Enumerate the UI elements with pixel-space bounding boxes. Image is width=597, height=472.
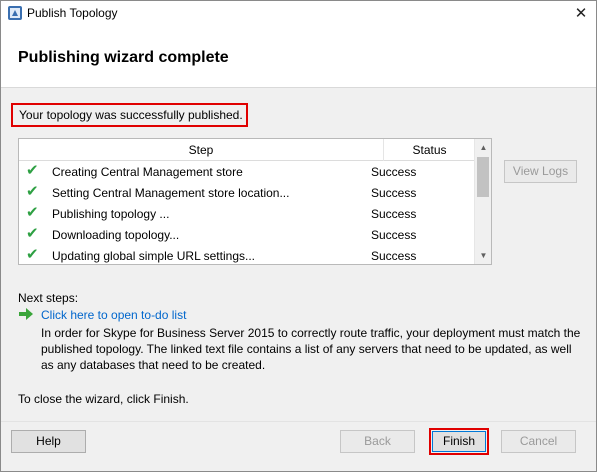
page-title: Publishing wizard complete: [18, 49, 229, 66]
status-cell: Success: [371, 207, 417, 221]
scroll-down-arrow-icon[interactable]: ▼: [475, 247, 492, 264]
step-cell: Creating Central Management store: [52, 165, 243, 179]
table-row[interactable]: ✔ Publishing topology ... Success: [19, 204, 474, 225]
help-button[interactable]: Help: [11, 430, 86, 453]
close-icon[interactable]: ✕: [566, 1, 596, 27]
green-check-icon: ✔: [26, 183, 39, 200]
next-steps-description: In order for Skype for Business Server 2…: [41, 326, 581, 372]
green-check-icon: ✔: [26, 225, 39, 242]
table-row[interactable]: ✔ Setting Central Management store locat…: [19, 183, 474, 204]
scroll-thumb[interactable]: [477, 157, 489, 197]
green-check-icon: ✔: [26, 162, 39, 179]
step-cell: Downloading topology...: [52, 228, 180, 242]
view-logs-button[interactable]: View Logs: [504, 160, 577, 183]
step-cell: Publishing topology ...: [52, 207, 170, 221]
finish-button[interactable]: Finish: [432, 431, 486, 452]
footer-divider: [1, 421, 596, 422]
steps-table: Step Status ✔ Creating Central Managemen…: [18, 138, 492, 265]
status-cell: Success: [371, 228, 417, 242]
cancel-button[interactable]: Cancel: [501, 430, 576, 453]
green-check-icon: ✔: [26, 246, 39, 263]
window-title: Publish Topology: [27, 6, 118, 20]
column-header-step[interactable]: Step: [19, 139, 384, 161]
close-instruction: To close the wizard, click Finish.: [18, 392, 189, 406]
green-check-icon: ✔: [26, 204, 39, 221]
publish-topology-window: Publish Topology ✕ Publishing wizard com…: [0, 0, 597, 472]
vertical-scrollbar[interactable]: ▲ ▼: [474, 139, 491, 264]
next-steps-label: Next steps:: [18, 291, 79, 305]
status-cell: Success: [371, 249, 417, 263]
green-arrow-icon: [19, 308, 33, 320]
success-message: Your topology was successfully published…: [11, 103, 248, 127]
column-header-status[interactable]: Status: [385, 139, 474, 161]
finish-highlight: Finish: [429, 428, 489, 455]
back-button[interactable]: Back: [340, 430, 415, 453]
status-cell: Success: [371, 186, 417, 200]
title-bar: Publish Topology ✕: [1, 1, 596, 27]
table-row[interactable]: ✔ Creating Central Management store Succ…: [19, 162, 474, 183]
table-row[interactable]: ✔ Updating global simple URL settings...…: [19, 246, 474, 267]
scroll-up-arrow-icon[interactable]: ▲: [475, 139, 492, 156]
status-cell: Success: [371, 165, 417, 179]
step-cell: Setting Central Management store locatio…: [52, 186, 290, 200]
table-header: Step Status: [19, 139, 474, 161]
topology-publish-icon: [8, 6, 22, 20]
wizard-header: Publishing wizard complete: [1, 27, 596, 88]
table-row[interactable]: ✔ Downloading topology... Success: [19, 225, 474, 246]
step-cell: Updating global simple URL settings...: [52, 249, 255, 263]
todo-list-link[interactable]: Click here to open to-do list: [41, 308, 186, 322]
